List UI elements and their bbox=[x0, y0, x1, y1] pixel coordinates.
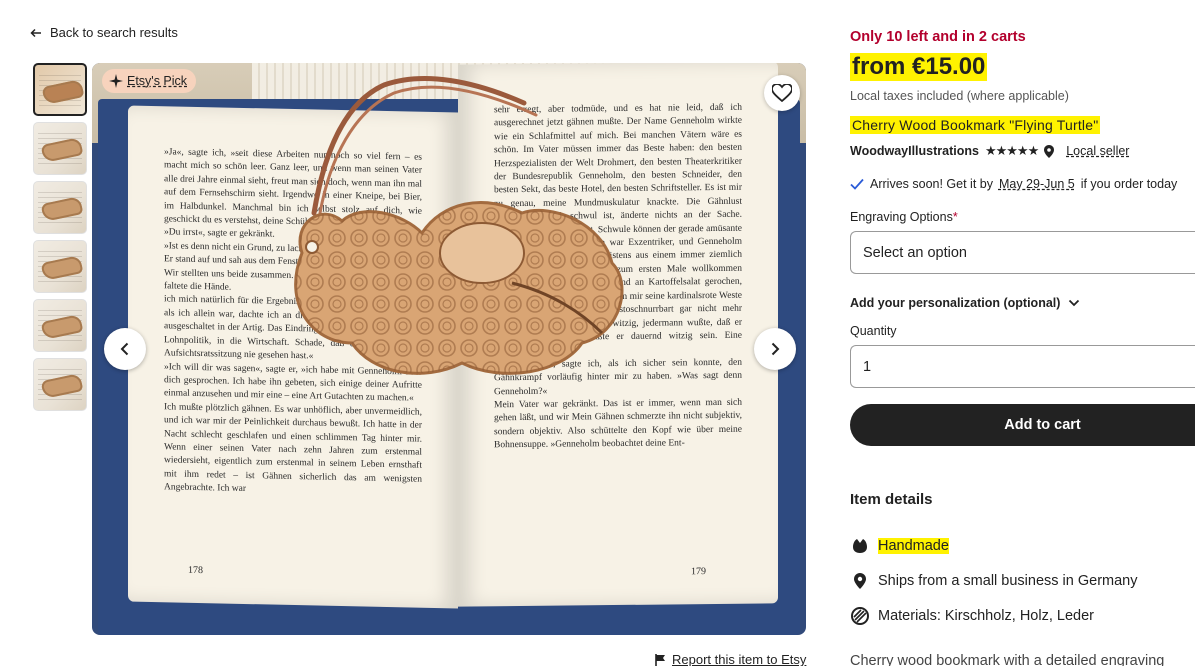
flag-icon bbox=[655, 653, 665, 666]
thumbnail-5[interactable] bbox=[33, 299, 87, 352]
personalization-label: Add your personalization (optional) bbox=[850, 296, 1061, 310]
thumbnail-strip bbox=[33, 63, 87, 411]
favorite-button[interactable] bbox=[764, 75, 800, 111]
next-image-button[interactable] bbox=[754, 328, 796, 370]
detail-handmade: Handmade bbox=[850, 536, 949, 556]
shop-name-link[interactable]: WoodwayIllustrations bbox=[850, 144, 979, 158]
back-link-label: Back to search results bbox=[50, 25, 178, 40]
arrives-prefix: Arrives soon! Get it by bbox=[870, 177, 993, 191]
chevron-right-icon bbox=[771, 342, 780, 356]
quantity-input[interactable] bbox=[850, 345, 1195, 388]
detail-materials: Materials: Kirschholz, Holz, Leder bbox=[850, 606, 1094, 626]
price: from €15.00 bbox=[850, 53, 988, 81]
product-description: Cherry wood bookmark with a detailed eng… bbox=[850, 653, 1165, 666]
required-mark: * bbox=[952, 210, 958, 224]
report-item-link[interactable]: Report this item to Etsy bbox=[655, 652, 806, 666]
seller-row: WoodwayIllustrations ★★★★★ Local seller bbox=[850, 143, 1129, 159]
add-personalization-toggle[interactable]: Add your personalization (optional) bbox=[850, 296, 1080, 310]
materials-icon bbox=[850, 606, 870, 626]
left-page-number: 178 bbox=[188, 564, 203, 576]
add-to-cart-button[interactable]: Add to cart bbox=[850, 404, 1195, 446]
item-details-heading: Item details bbox=[850, 491, 933, 508]
right-page-number: 179 bbox=[691, 565, 706, 577]
report-item-label: Report this item to Etsy bbox=[672, 652, 807, 666]
back-to-search-link[interactable]: Back to search results bbox=[30, 25, 178, 40]
previous-image-button[interactable] bbox=[104, 328, 146, 370]
delivery-estimate: Arrives soon! Get it by May 29-Jun 5 if … bbox=[850, 177, 1177, 191]
engraving-label-text: Engraving Options bbox=[850, 210, 953, 224]
location-pin-icon bbox=[850, 571, 870, 591]
local-seller-link[interactable]: Local seller bbox=[1066, 144, 1129, 158]
taxes-note: Local taxes included (where applicable) bbox=[850, 89, 1069, 103]
product-title: Cherry Wood Bookmark "Flying Turtle" bbox=[850, 116, 1101, 134]
main-product-image: »Ja«, sagte ich, »seit diese Arbeiten nu… bbox=[92, 63, 806, 635]
arrow-left-icon bbox=[30, 28, 41, 37]
thumbnail-2[interactable] bbox=[33, 122, 87, 175]
handmade-label: Handmade bbox=[878, 538, 949, 554]
heart-icon bbox=[772, 84, 792, 102]
detail-ships-from: Ships from a small business in Germany bbox=[850, 571, 1138, 591]
arrives-suffix: if you order today bbox=[1080, 177, 1178, 191]
thumbnail-4[interactable] bbox=[33, 240, 87, 293]
engraving-options-label: Engraving Options* bbox=[850, 210, 958, 224]
rating-stars[interactable]: ★★★★★ bbox=[985, 143, 1039, 159]
thumbnail-1[interactable] bbox=[33, 63, 87, 116]
hand-icon bbox=[850, 536, 870, 556]
chevron-left-icon bbox=[120, 342, 129, 356]
engraving-select[interactable]: Select an option bbox=[850, 231, 1195, 274]
turtle-bookmark bbox=[294, 201, 624, 375]
checkmark-icon bbox=[850, 178, 864, 190]
quantity-label: Quantity bbox=[850, 324, 897, 338]
stock-notice: Only 10 left and in 2 carts bbox=[850, 29, 1026, 45]
delivery-dates-link[interactable]: May 29-Jun 5 bbox=[999, 177, 1075, 191]
location-pin-icon bbox=[1044, 144, 1055, 158]
etsys-pick-label: Etsy's Pick bbox=[127, 74, 188, 88]
materials-label: Materials: Kirschholz, Holz, Leder bbox=[878, 608, 1094, 624]
thumbnail-6[interactable] bbox=[33, 358, 87, 411]
chevron-down-icon bbox=[1069, 299, 1080, 307]
ships-from-label: Ships from a small business in Germany bbox=[878, 573, 1138, 589]
sparkle-icon bbox=[109, 74, 123, 88]
engraving-select-value: Select an option bbox=[863, 244, 967, 261]
thumbnail-3[interactable] bbox=[33, 181, 87, 234]
etsys-pick-badge[interactable]: Etsy's Pick bbox=[102, 69, 197, 93]
